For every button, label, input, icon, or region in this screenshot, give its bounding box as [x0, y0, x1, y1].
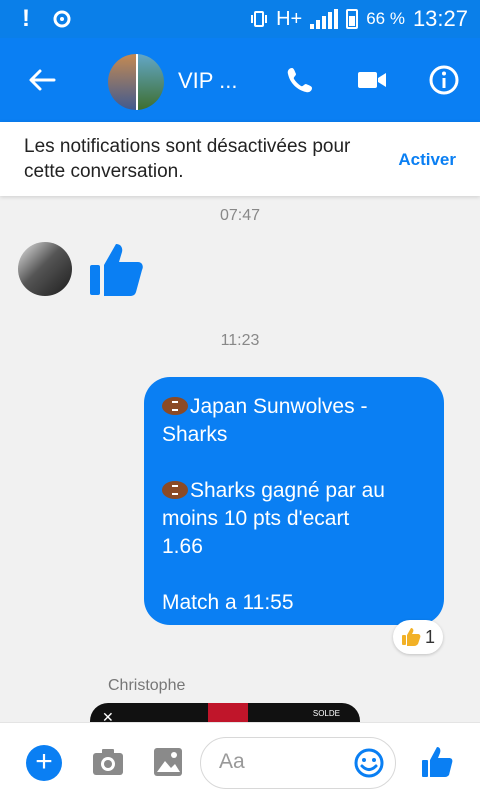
alert-icon: ! — [22, 5, 30, 32]
message-line — [162, 449, 426, 477]
network-type: H+ — [276, 7, 303, 30]
status-bar: ! H+ 66 % 13:27 — [0, 0, 480, 38]
plus-icon[interactable]: + — [26, 745, 62, 781]
emoji-icon[interactable] — [353, 747, 385, 779]
clock: 13:27 — [412, 6, 468, 31]
composer: + — [0, 722, 480, 800]
message-input[interactable] — [219, 750, 349, 774]
thumbs-up-emoji-icon — [401, 628, 421, 646]
message-line: 1.66 — [162, 535, 203, 558]
balance-label: SOLDE — [312, 709, 340, 718]
timestamp: 07:47 — [219, 207, 261, 224]
battery-level: 66 % — [366, 9, 405, 28]
back-arrow-icon[interactable] — [26, 64, 58, 96]
message-bubble[interactable]: Japan Sunwolves - Sharks Sharks gagné pa… — [144, 377, 444, 625]
conversation-header: VIP ... — [0, 38, 480, 122]
message-line — [162, 561, 426, 589]
reaction-badge[interactable]: 1 — [393, 620, 443, 654]
phone-icon[interactable] — [284, 64, 316, 96]
conversation-title[interactable]: VIP ... — [178, 68, 238, 94]
sender-avatar[interactable] — [18, 242, 72, 296]
message-line: Match a 11:55 — [162, 591, 294, 614]
camera-icon[interactable] — [91, 745, 125, 779]
headset-icon — [53, 10, 71, 28]
info-icon[interactable] — [428, 64, 460, 96]
notification-banner: Les notifications sont désactivées pour … — [0, 122, 480, 196]
message-input-container[interactable] — [200, 737, 396, 789]
signal-icon — [310, 9, 339, 29]
group-avatar[interactable] — [108, 54, 164, 110]
vibrate-icon — [251, 11, 268, 27]
video-camera-icon[interactable] — [356, 64, 388, 96]
sender-name: Christophe — [108, 677, 186, 694]
thumbs-up-icon[interactable] — [420, 745, 454, 779]
image-icon[interactable] — [151, 745, 185, 779]
football-icon — [162, 397, 188, 415]
message-line: Sharks gagné par au — [162, 477, 426, 505]
activate-button[interactable]: Activer — [398, 150, 456, 170]
brand-logo — [208, 703, 248, 723]
message-line: Sharks — [162, 423, 228, 446]
timestamp: 11:23 — [220, 332, 260, 349]
message-line: moins 10 pts d'ecart — [162, 507, 350, 530]
battery-icon — [346, 9, 359, 29]
message-line: Japan Sunwolves - — [162, 393, 426, 421]
football-icon — [162, 481, 188, 499]
thumbs-up-icon — [90, 244, 143, 296]
reaction-count: 1 — [424, 626, 435, 647]
notification-text: Les notifications sont désactivées pour … — [24, 136, 351, 182]
